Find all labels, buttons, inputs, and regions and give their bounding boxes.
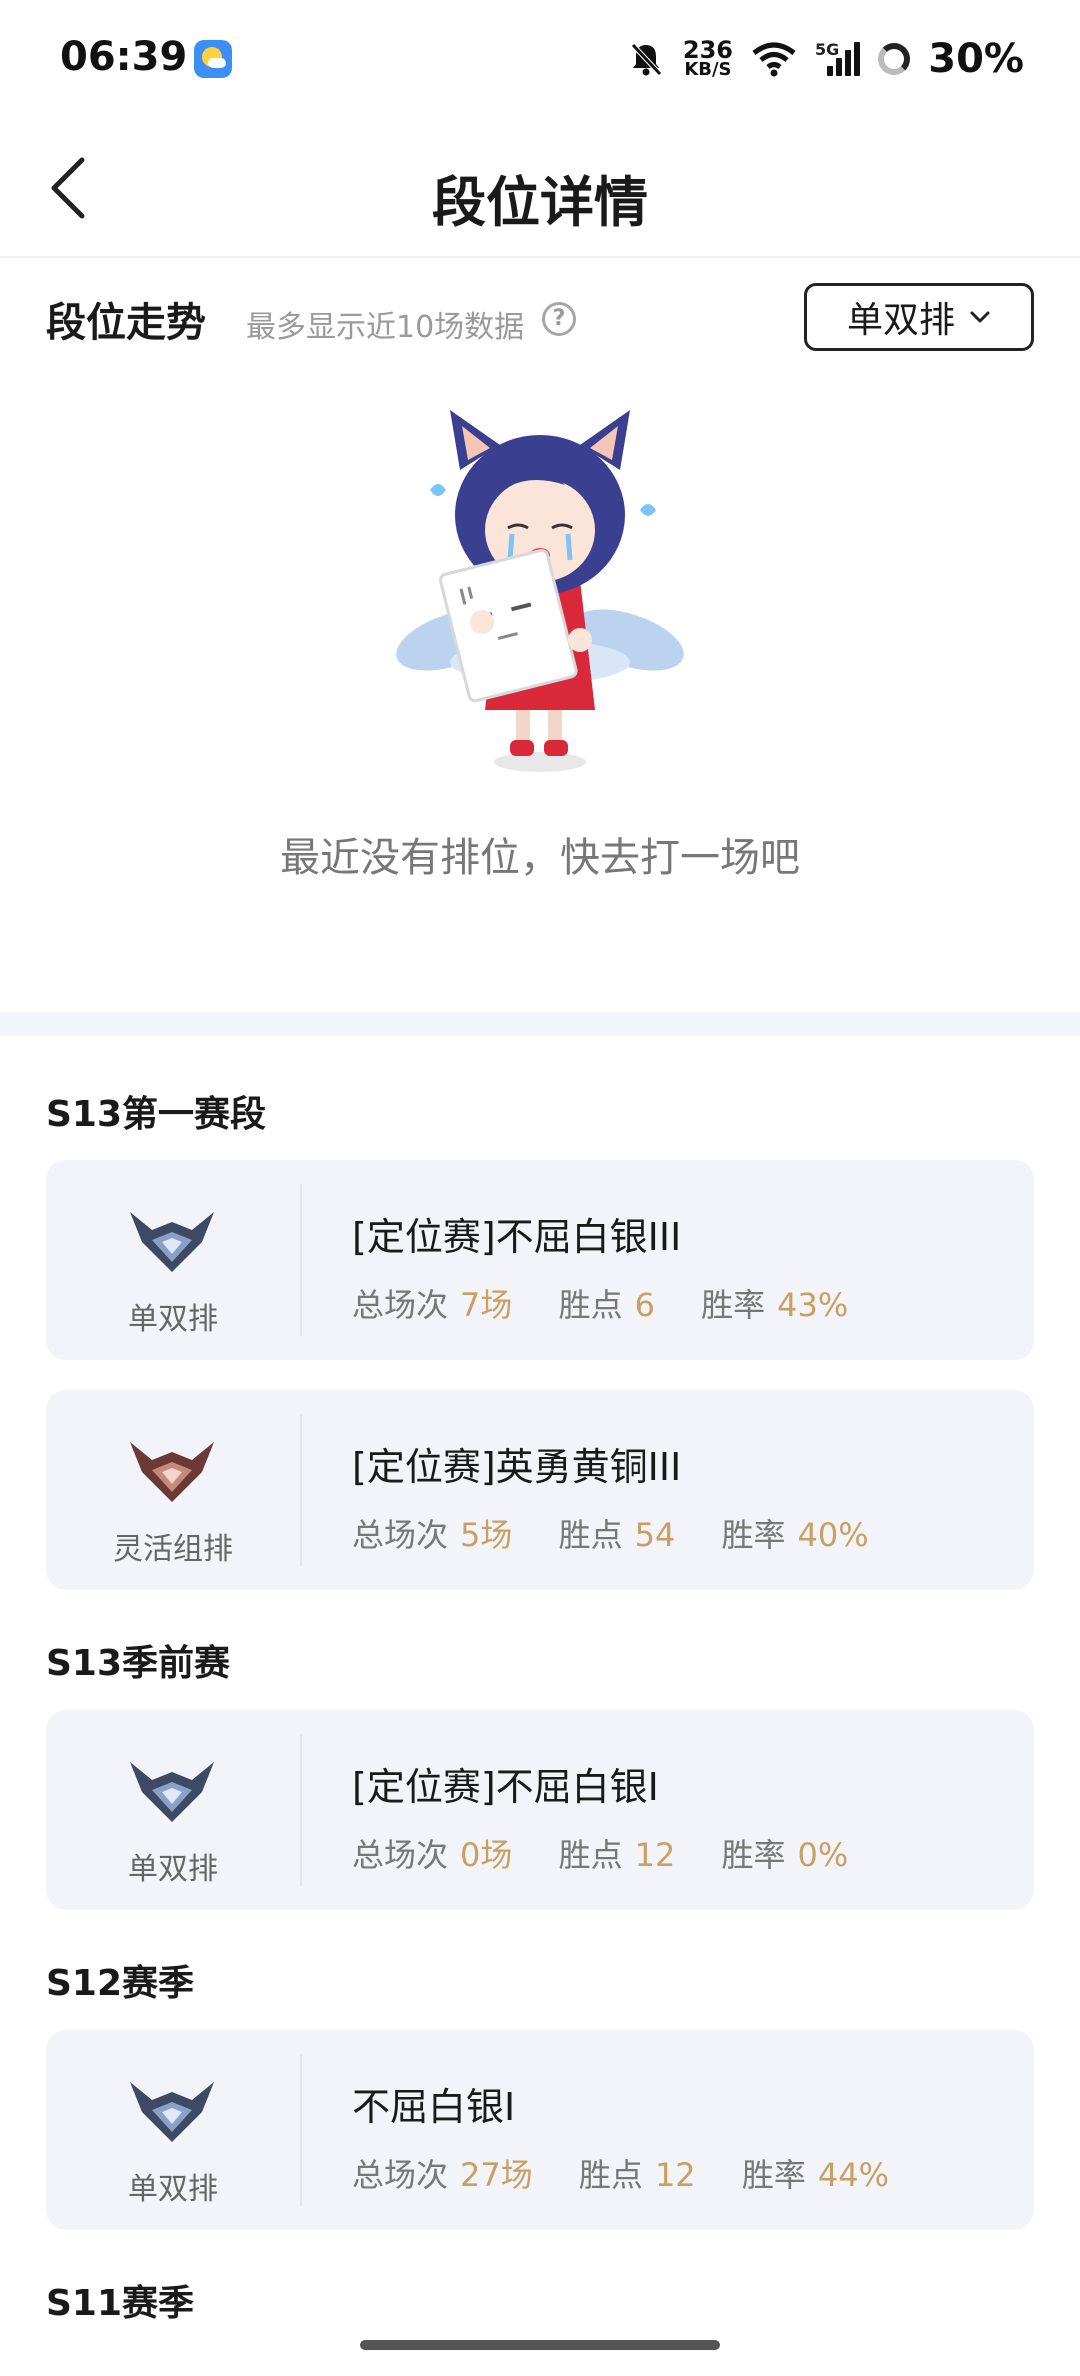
queue-type-value: 单双排 (846, 300, 955, 341)
season-title: S12赛季 (46, 1963, 195, 2004)
status-time: 06:39 (60, 34, 188, 80)
page-title: 段位详情 (432, 171, 648, 234)
help-icon[interactable]: ? (542, 302, 576, 336)
games-label: 总场次 (352, 1836, 449, 1874)
season-title: S11赛季 (46, 2283, 195, 2324)
rank-card[interactable]: 单双排 不屈白银I 总场次 27场 胜点 12 胜率 44% (46, 2030, 1034, 2230)
rank-name: 不屈白银I (352, 2085, 516, 2129)
games-value: 5场 (460, 1516, 513, 1554)
card-separator (300, 1184, 302, 1336)
winrate-value: 43% (777, 1286, 849, 1324)
rank-name: [定位赛]不屈白银I (352, 1765, 659, 1809)
winrate-value: 0% (797, 1836, 849, 1874)
rank-stats: 总场次 27场 胜点 12 胜率 44% (352, 2150, 925, 2196)
weather-app-icon (194, 40, 232, 78)
card-separator (300, 1734, 302, 1886)
queue-type-dropdown[interactable]: 单双排 (804, 283, 1034, 351)
rank-name: [定位赛]不屈白银III (352, 1215, 682, 1259)
winrate-value: 40% (797, 1516, 869, 1554)
rank-emblem-area: 单双排 (46, 1710, 300, 1910)
silver-rank-emblem-icon (130, 1762, 214, 1822)
queue-type-label: 单双排 (128, 1852, 218, 1887)
rank-emblem-area: 单双排 (46, 1160, 300, 1360)
empty-state-message: 最近没有排位，快去打一场吧 (280, 835, 800, 881)
queue-type-label: 单双排 (128, 2172, 218, 2207)
rank-stats: 总场次 7场 胜点 6 胜率 43% (352, 1280, 884, 1326)
lp-label: 胜点 (558, 1286, 623, 1324)
card-separator (300, 1414, 302, 1566)
section-divider (0, 1012, 1080, 1036)
rank-card[interactable]: 单双排 [定位赛]不屈白银III 总场次 7场 胜点 6 胜率 43% (46, 1160, 1034, 1360)
queue-type-label: 单双排 (128, 1302, 218, 1337)
app-header: 段位详情 (0, 120, 1080, 258)
crying-mascot-illustration (396, 410, 684, 772)
rank-card[interactable]: 单双排 [定位赛]不屈白银I 总场次 0场 胜点 12 胜率 0% (46, 1710, 1034, 1910)
lp-label: 胜点 (558, 1836, 623, 1874)
chevron-down-icon (970, 311, 990, 323)
games-label: 总场次 (352, 1286, 449, 1324)
battery-percent: 30% (928, 36, 1024, 82)
rank-emblem-area: 单双排 (46, 2030, 300, 2230)
lp-value: 54 (634, 1516, 676, 1554)
lp-value: 12 (634, 1836, 676, 1874)
lp-label: 胜点 (578, 2156, 643, 2194)
season-title: S13季前赛 (46, 1643, 231, 1684)
winrate-label: 胜率 (701, 1286, 766, 1324)
battery-ring-icon (878, 43, 911, 75)
trend-title: 段位走势 (46, 300, 206, 346)
silver-rank-emblem-icon (130, 1212, 214, 1272)
winrate-value: 44% (817, 2156, 889, 2194)
lp-value: 12 (654, 2156, 696, 2194)
lp-label: 胜点 (558, 1516, 623, 1554)
mute-bell-icon (631, 43, 662, 76)
net-speed: 236 KB/S (682, 36, 733, 80)
wifi-icon (752, 42, 796, 77)
games-label: 总场次 (352, 1516, 449, 1554)
season-title: S13第一赛段 (46, 1094, 267, 1135)
rank-stats: 总场次 0场 胜点 12 胜率 0% (352, 1830, 884, 1876)
queue-type-label: 灵活组排 (113, 1532, 233, 1567)
games-value: 0场 (460, 1836, 513, 1874)
home-indicator[interactable] (360, 2340, 720, 2350)
winrate-label: 胜率 (741, 2156, 806, 2194)
status-icons: 236 KB/S 5G 30% (627, 34, 1024, 84)
card-separator (300, 2054, 302, 2206)
rank-emblem-area: 灵活组排 (46, 1390, 300, 1590)
games-value: 7场 (460, 1286, 513, 1324)
winrate-label: 胜率 (721, 1516, 786, 1554)
rank-name: [定位赛]英勇黄铜III (352, 1445, 682, 1489)
rank-card[interactable]: 灵活组排 [定位赛]英勇黄铜III 总场次 5场 胜点 54 胜率 40% (46, 1390, 1034, 1590)
silver-rank-emblem-icon (130, 2082, 214, 2142)
lp-value: 6 (634, 1286, 655, 1324)
signal-icon: 5G (815, 40, 861, 76)
games-label: 总场次 (352, 2156, 449, 2194)
trend-hint: 最多显示近10场数据 (246, 310, 525, 345)
bronze-rank-emblem-icon (130, 1442, 214, 1502)
winrate-label: 胜率 (721, 1836, 786, 1874)
games-value: 27场 (460, 2156, 533, 2194)
status-bar: 06:39 236 KB/S 5G 30% (0, 0, 1080, 120)
rank-stats: 总场次 5场 胜点 54 胜率 40% (352, 1510, 905, 1556)
